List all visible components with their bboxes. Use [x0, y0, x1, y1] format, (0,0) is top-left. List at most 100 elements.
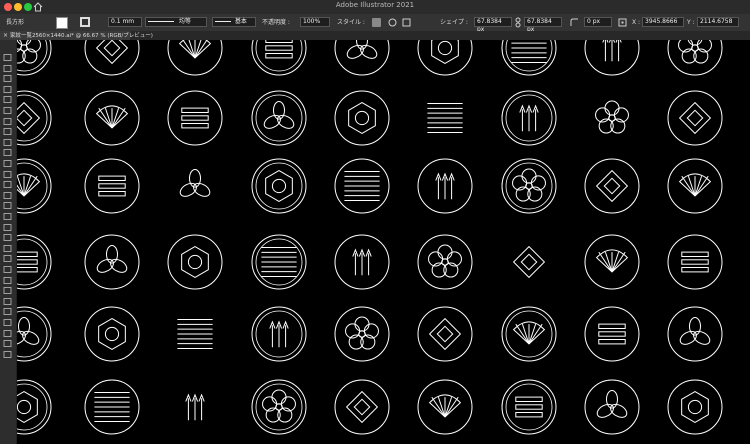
scale-tool[interactable] [3, 184, 12, 199]
kamon-fan-circle[interactable] [178, 169, 212, 200]
slice-tool[interactable] [3, 322, 12, 337]
corner-radius-field[interactable]: 0 px [584, 17, 612, 27]
kamon-partial[interactable] [667, 158, 723, 214]
kamon-partial[interactable] [667, 306, 723, 362]
shape-builder-tool[interactable] [3, 226, 12, 242]
kamon-folding-fan[interactable] [251, 379, 307, 435]
hand-tool[interactable] [3, 332, 12, 348]
kamon-diamond-circle[interactable] [84, 234, 140, 290]
kamon-partial[interactable] [667, 90, 723, 146]
line-tool[interactable] [3, 120, 12, 136]
kamon-four-diamonds-circle[interactable] [251, 306, 307, 362]
kamon-three-bars[interactable] [177, 318, 213, 350]
brush-definition[interactable]: 基本 [212, 17, 256, 27]
kamon-paulownia-small[interactable] [501, 379, 557, 435]
x-coordinate-field[interactable]: 3945.8666 [642, 17, 684, 27]
kamon-four-diamonds[interactable] [251, 234, 307, 290]
circle-bars[interactable] [17, 40, 52, 76]
rectangle-tool[interactable] [3, 131, 12, 146]
kamon-wave-crest[interactable] [167, 40, 223, 76]
align-icon[interactable] [402, 18, 411, 27]
kamon-oak-circle[interactable] [167, 234, 223, 290]
kamon-wisteria[interactable] [251, 158, 307, 214]
kamon-fan[interactable] [167, 90, 223, 146]
kamon-bellflower[interactable] [334, 158, 390, 214]
kamon-diamond[interactable] [251, 90, 307, 146]
kamon-paulownia[interactable] [584, 158, 640, 214]
kamon-triple-wing-circle[interactable] [185, 393, 205, 421]
corner-type-icon[interactable] [570, 18, 579, 27]
variable-width-profile[interactable]: 均等 [145, 17, 207, 27]
stroke-weight-field[interactable]: 0.1 mm [108, 17, 142, 27]
transform-icon[interactable] [618, 18, 627, 27]
style-swatch[interactable] [372, 18, 381, 27]
kamon-paulownia-leaves[interactable] [501, 306, 557, 362]
kamon-circle-crescent[interactable] [584, 40, 640, 76]
kamon-plum-outline[interactable] [417, 234, 473, 290]
kamon-chrysanthemum[interactable] [417, 40, 473, 76]
kamon-leaf-cluster[interactable] [84, 90, 140, 146]
graph-tool[interactable] [3, 300, 12, 316]
kamon-wave-circle[interactable] [17, 90, 52, 146]
opacity-field[interactable]: 100% [300, 17, 330, 27]
zoom-tool[interactable] [3, 343, 12, 358]
artboard-canvas[interactable] [17, 40, 750, 444]
height-field[interactable]: 67.8384 px [524, 17, 562, 33]
kamon-flower[interactable] [17, 379, 52, 435]
close-tab-icon[interactable]: × [3, 32, 10, 39]
link-icon[interactable] [514, 17, 522, 28]
pencil-tool[interactable] [3, 152, 12, 167]
gradient-tool[interactable] [3, 258, 12, 273]
kamon-tomoe[interactable] [251, 40, 307, 76]
kamon-flower-circle-2[interactable] [417, 306, 473, 362]
stroke-swatch[interactable] [80, 17, 90, 27]
kamon-chevron-circle[interactable] [584, 379, 640, 435]
kamon-wave-pattern[interactable] [84, 306, 140, 362]
width-field[interactable]: 67.8384 px [474, 17, 512, 33]
kamon-arrow-feathers[interactable] [334, 90, 390, 146]
kamon-plum[interactable] [501, 90, 557, 146]
lasso-tool[interactable] [3, 78, 12, 93]
direct-selection-tool[interactable] [3, 57, 12, 72]
kamon-chrysanthemum-small[interactable] [17, 158, 52, 214]
y-coordinate-field[interactable]: 2114.6758 [697, 17, 739, 27]
fill-swatch[interactable] [56, 17, 68, 29]
kamon-stripe-circle[interactable] [512, 245, 546, 279]
kamon-circle-triple[interactable] [501, 40, 557, 76]
artboard-tool[interactable] [3, 311, 12, 326]
eyedropper-tool[interactable] [3, 269, 12, 284]
kamon-triple-oak[interactable] [417, 158, 473, 214]
kamon-hatched-circle[interactable] [584, 234, 640, 290]
kamon-hexagram[interactable] [334, 40, 390, 76]
kamon-triple-leaf[interactable] [427, 102, 463, 134]
document-tab[interactable]: × 家紋一覧2560×1440.ai* @ 66.67 % (RGB/プレビュー… [0, 31, 153, 40]
curvature-tool[interactable] [3, 99, 12, 114]
perspective-tool[interactable] [3, 237, 12, 252]
kamon-ring-wreath[interactable] [17, 234, 52, 290]
magic-wand-tool[interactable] [3, 67, 12, 83]
kamon-flower-circle[interactable] [334, 306, 390, 362]
kamon-triple-wing[interactable] [501, 158, 557, 214]
symbol-sprayer-tool[interactable] [3, 290, 12, 305]
kamon-three-circles[interactable] [584, 306, 640, 362]
rotate-tool[interactable] [3, 173, 12, 189]
pen-tool[interactable] [3, 88, 12, 104]
kamon-partial[interactable] [667, 379, 723, 435]
kamon-hexagon[interactable] [334, 379, 390, 435]
recolor-icon[interactable] [388, 18, 397, 27]
type-tool[interactable] [3, 110, 12, 125]
paintbrush-tool[interactable] [3, 141, 12, 157]
blend-tool[interactable] [3, 279, 12, 295]
kamon-partial[interactable] [667, 40, 723, 76]
kamon-quatrefoil[interactable] [17, 306, 52, 362]
selection-tool[interactable] [3, 46, 12, 61]
kamon-plum-circle[interactable] [334, 234, 390, 290]
kamon-double-leaf[interactable] [84, 40, 140, 76]
warp-tool[interactable] [3, 205, 12, 220]
kamon-bamboo[interactable] [595, 100, 629, 134]
kamon-partial[interactable] [667, 234, 723, 290]
mesh-tool[interactable] [3, 247, 12, 263]
width-tool[interactable] [3, 194, 12, 210]
kamon-diamond-lattice[interactable] [84, 379, 140, 435]
eraser-tool[interactable] [3, 163, 12, 178]
